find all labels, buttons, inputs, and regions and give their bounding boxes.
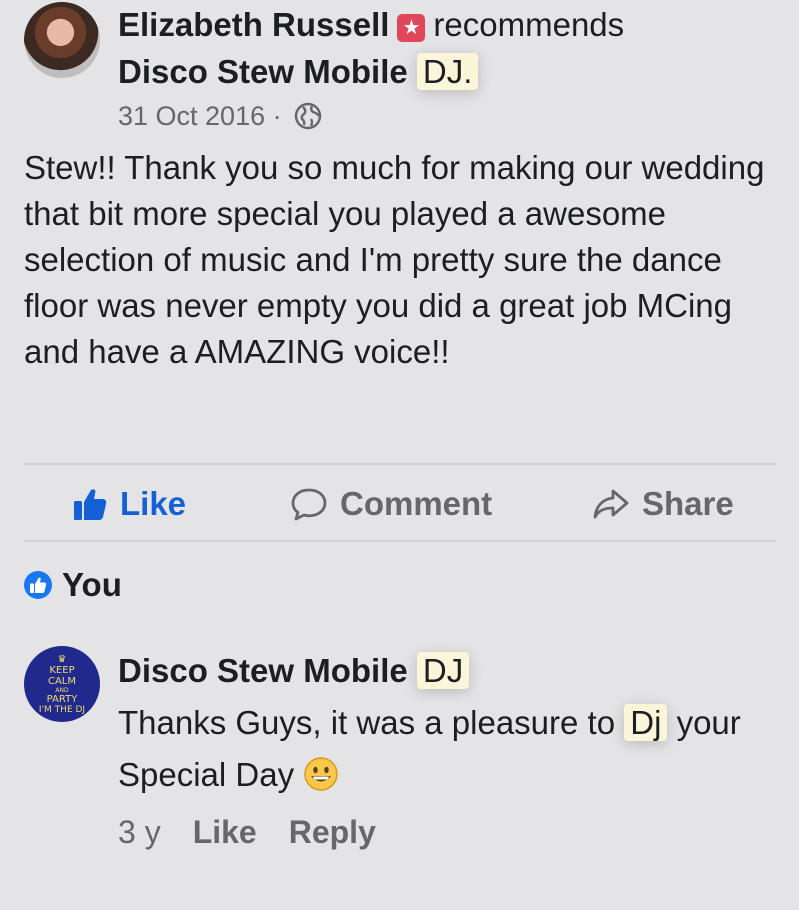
- crown-icon: ♛: [57, 654, 67, 665]
- comment-text-highlight: Dj: [624, 704, 668, 741]
- recommends-label: recommends: [433, 6, 625, 43]
- post-body: Stew!! Thank you so much for making our …: [24, 149, 765, 370]
- post-meta: 31 Oct 2016 ·: [118, 98, 323, 134]
- thumbs-up-icon: [72, 486, 108, 522]
- meta-separator: ·: [272, 101, 282, 131]
- comment-label: Comment: [340, 485, 493, 522]
- comment-author[interactable]: Disco Stew Mobile DJ: [118, 650, 470, 692]
- avatar-text-line: I'M THE DJ: [38, 705, 86, 715]
- divider: [24, 463, 776, 465]
- share-arrow-icon: [592, 486, 630, 522]
- comment-author-highlight: DJ: [416, 652, 470, 689]
- page-name-highlight: DJ.: [416, 53, 479, 90]
- comment-time[interactable]: 3 y: [118, 812, 161, 852]
- recommend-star-icon: ★: [397, 14, 426, 42]
- post-author-line: Elizabeth Russell ★ recommends: [118, 4, 624, 46]
- avatar-text-line: CALM: [47, 676, 77, 687]
- post-author-name[interactable]: Elizabeth Russell: [118, 6, 389, 43]
- comment-like-button[interactable]: Like: [193, 812, 257, 852]
- comment-author-name[interactable]: Disco Stew Mobile: [118, 652, 408, 689]
- share-button[interactable]: Share: [592, 480, 734, 528]
- comment-reply-button[interactable]: Reply: [289, 812, 376, 852]
- like-label: Like: [120, 485, 187, 522]
- page-name[interactable]: Disco Stew Mobile: [118, 53, 408, 90]
- comment-text: Thanks Guys, it was a pleasure to Dj you…: [118, 697, 778, 801]
- grinning-face-icon: [303, 755, 339, 791]
- commenter-avatar[interactable]: ♛ KEEP CALM AND PARTY I'M THE DJ: [24, 646, 100, 722]
- divider: [24, 540, 776, 542]
- reactions-label: You: [62, 566, 122, 603]
- like-button[interactable]: Like: [72, 480, 186, 528]
- avatar-text-line: PARTY: [46, 694, 78, 705]
- reactions-summary[interactable]: You: [24, 566, 122, 604]
- comment-button[interactable]: Comment: [290, 480, 492, 528]
- avatar-text-line: KEEP: [49, 665, 75, 676]
- avatar-text-line: AND: [55, 687, 69, 694]
- speech-bubble-icon: [290, 486, 328, 522]
- comment-meta: 3 y Like Reply: [118, 812, 376, 852]
- post-date[interactable]: 31 Oct 2016: [118, 101, 265, 131]
- globe-icon: [293, 101, 323, 131]
- author-avatar[interactable]: [24, 2, 100, 78]
- recommended-page-line[interactable]: Disco Stew Mobile DJ.: [118, 51, 479, 93]
- share-label: Share: [642, 485, 734, 522]
- comment-text-part: Thanks Guys, it was a pleasure to: [118, 704, 616, 741]
- like-reaction-icon: [24, 571, 52, 599]
